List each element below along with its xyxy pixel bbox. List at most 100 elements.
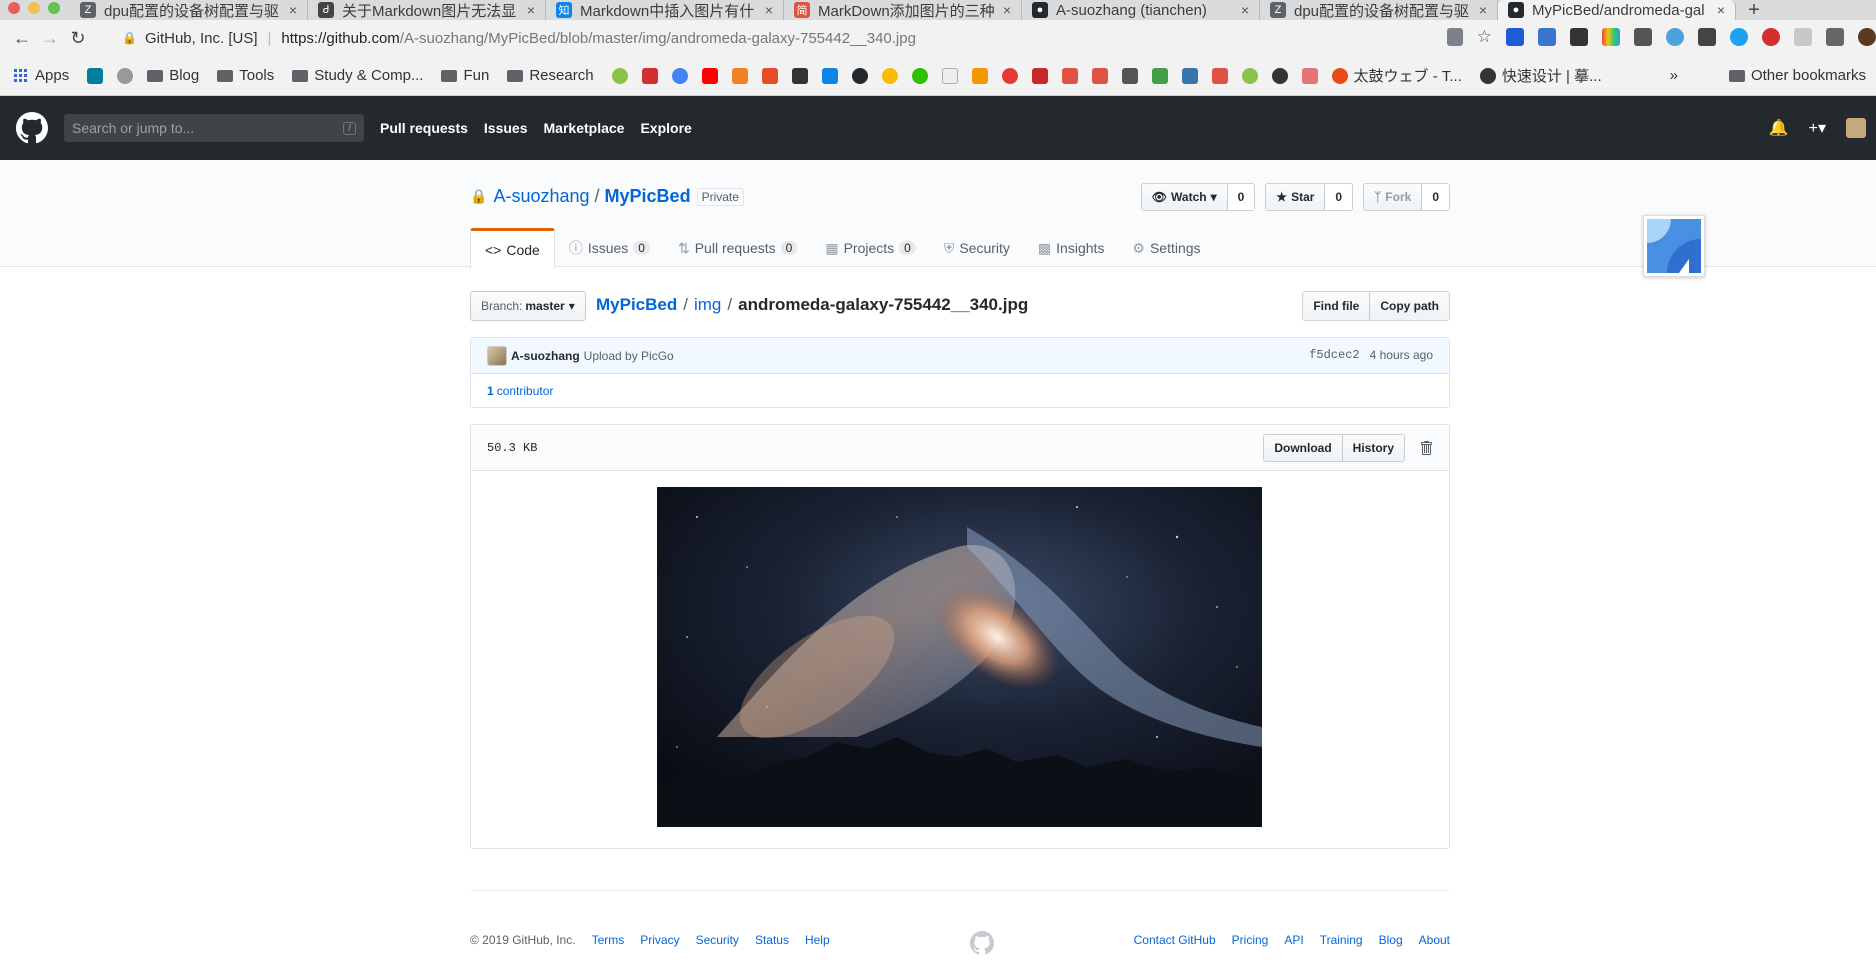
extension-ring-icon[interactable] <box>1666 28 1684 46</box>
google-bookmark-icon[interactable] <box>671 67 688 84</box>
bookmark-icon-7[interactable] <box>791 67 808 84</box>
footer-link-about[interactable]: About <box>1419 933 1450 947</box>
browser-tab[interactable]: Zdpu配置的设备树配置与驱 × <box>1260 0 1498 20</box>
minimize-window-button[interactable] <box>28 2 40 14</box>
tab-projects[interactable]: ▦ Projects 0 <box>811 228 930 268</box>
create-new-plus-icon[interactable]: +▾ <box>1809 118 1826 138</box>
bookmark-icon-16[interactable] <box>1061 67 1078 84</box>
browser-tab[interactable]: Ꮷ 关于Markdown图片无法显 × <box>308 0 546 20</box>
notifications-bell-icon[interactable]: 🔔 <box>1769 118 1789 138</box>
breadcrumb-repo-link[interactable]: MyPicBed <box>596 295 677 315</box>
bookmark-icon-13[interactable] <box>971 67 988 84</box>
browser-tab[interactable]: Zdpu配置的设备树配置与驱 × <box>70 0 308 20</box>
back-button[interactable]: ← <box>8 28 36 49</box>
bookmark-icon-1[interactable] <box>611 67 628 84</box>
extension-color-icon[interactable] <box>1602 28 1620 46</box>
jianshu-bookmark-icon[interactable] <box>1091 67 1108 84</box>
galaxy-image[interactable] <box>657 487 1262 827</box>
bookmark-folder-blog[interactable]: Blog <box>147 67 199 84</box>
browser-tab[interactable]: ● A-suozhang (tianchen) × <box>1022 0 1260 20</box>
bookmark-icon-2[interactable] <box>641 67 658 84</box>
secure-lock-icon[interactable]: 🔒 <box>122 31 137 45</box>
bookmark-icon-15[interactable] <box>1031 67 1048 84</box>
bookmark-folder-tools[interactable]: Tools <box>217 67 274 84</box>
tab-issues[interactable]: ⓘ Issues 0 <box>555 228 664 268</box>
commit-author-link[interactable]: A-suozhang <box>511 349 580 363</box>
more-bookmarks-chevron[interactable]: » <box>1670 67 1678 84</box>
author-avatar[interactable] <box>487 345 507 366</box>
footer-link-training[interactable]: Training <box>1320 933 1363 947</box>
bookmark-star-icon[interactable]: ☆ <box>1477 28 1492 46</box>
other-bookmarks[interactable]: Other bookmarks <box>1728 67 1866 84</box>
footer-link-pricing[interactable]: Pricing <box>1232 933 1269 947</box>
footer-link-terms[interactable]: Terms <box>592 933 625 947</box>
extension-qr-icon[interactable] <box>1698 28 1716 46</box>
footer-link-contact[interactable]: Contact GitHub <box>1134 933 1216 947</box>
commit-sha-link[interactable]: f5dcec2 <box>1309 348 1359 362</box>
footer-link-security[interactable]: Security <box>696 933 739 947</box>
bookmark-icon-24[interactable] <box>1301 67 1318 84</box>
tab-code[interactable]: <> Code <box>470 228 555 269</box>
bookmark-icon-22[interactable] <box>1241 67 1258 84</box>
bookmark-icon-21[interactable] <box>1211 67 1228 84</box>
tab-settings[interactable]: ⚙ Settings <box>1118 228 1214 268</box>
bookmark-icon-23[interactable] <box>1271 67 1288 84</box>
footer-link-help[interactable]: Help <box>805 933 830 947</box>
browser-tab[interactable]: 知 Markdown中插入图片有什 × <box>546 0 784 20</box>
tab-close-icon[interactable]: × <box>289 2 297 18</box>
browser-tab[interactable]: ● MyPicBed/andromeda-gal × <box>1498 0 1736 20</box>
youtube-bookmark-icon[interactable] <box>701 67 718 84</box>
footer-link-privacy[interactable]: Privacy <box>640 933 679 947</box>
tab-insights[interactable]: ▩ Insights <box>1024 228 1118 268</box>
tab-close-icon[interactable]: × <box>527 2 535 18</box>
footer-link-blog[interactable]: Blog <box>1379 933 1403 947</box>
forward-button[interactable]: → <box>36 28 64 49</box>
bookmark-folder-study[interactable]: Study & Comp... <box>292 67 423 84</box>
history-button[interactable]: History <box>1341 435 1404 461</box>
commit-message[interactable]: Upload by PicGo <box>584 349 674 363</box>
nav-explore[interactable]: Explore <box>640 120 691 136</box>
extension-v-icon[interactable] <box>1506 28 1524 46</box>
download-button[interactable]: Download <box>1264 435 1342 461</box>
z-bookmark-icon[interactable] <box>117 67 134 84</box>
wikipedia-bookmark-icon[interactable] <box>941 67 958 84</box>
bing-bookmark-icon[interactable] <box>87 67 104 84</box>
contributors-link[interactable]: 1 contributor <box>471 374 1449 408</box>
bookmark-icon-18[interactable] <box>1121 67 1138 84</box>
chrome-bookmark-icon[interactable] <box>881 67 898 84</box>
python-bookmark-icon[interactable] <box>1181 67 1198 84</box>
bookmark-icon-6[interactable] <box>761 67 778 84</box>
github-bookmark-icon[interactable] <box>851 67 868 84</box>
extension-cap-icon[interactable] <box>1538 28 1556 46</box>
extension-cloud-icon[interactable] <box>1794 28 1812 46</box>
fork-count[interactable]: 0 <box>1422 184 1449 210</box>
extension-game-icon[interactable] <box>1570 28 1588 46</box>
bookmark-icon-19[interactable] <box>1151 67 1168 84</box>
github-search-input[interactable]: Search or jump to... / <box>64 114 364 142</box>
reload-button[interactable]: ↻ <box>64 28 92 49</box>
extension-chart-icon[interactable] <box>1634 28 1652 46</box>
new-tab-button[interactable]: + <box>1736 0 1772 20</box>
tab-close-icon[interactable]: × <box>1241 2 1249 18</box>
adblock-icon[interactable] <box>1762 28 1780 46</box>
github-logo-icon[interactable] <box>16 112 48 144</box>
repo-name-link[interactable]: MyPicBed <box>605 186 691 207</box>
close-window-button[interactable] <box>8 2 20 14</box>
maximize-window-button[interactable] <box>48 2 60 14</box>
bookmark-folder-fun[interactable]: Fun <box>441 67 489 84</box>
footer-link-status[interactable]: Status <box>755 933 789 947</box>
copy-path-button[interactable]: Copy path <box>1369 292 1449 320</box>
star-button[interactable]: ★ Star <box>1266 184 1326 210</box>
tab-close-icon[interactable]: × <box>765 2 773 18</box>
browser-tab[interactable]: 简 MarkDown添加图片的三种 × <box>784 0 1022 20</box>
translate-icon[interactable] <box>1446 28 1463 46</box>
nav-pull-requests[interactable]: Pull requests <box>380 120 468 136</box>
profile-avatar[interactable] <box>1858 28 1876 46</box>
bookmark-folder-research[interactable]: Research <box>507 67 594 84</box>
trash-icon[interactable] <box>1419 440 1433 456</box>
bookmark-apps[interactable]: Apps <box>14 67 69 84</box>
tab-close-icon[interactable]: × <box>1003 2 1011 18</box>
tab-pull-requests[interactable]: ⇅ Pull requests 0 <box>664 228 811 268</box>
breadcrumb-dir-link[interactable]: img <box>694 295 721 315</box>
zhihu-bookmark-icon[interactable] <box>821 67 838 84</box>
